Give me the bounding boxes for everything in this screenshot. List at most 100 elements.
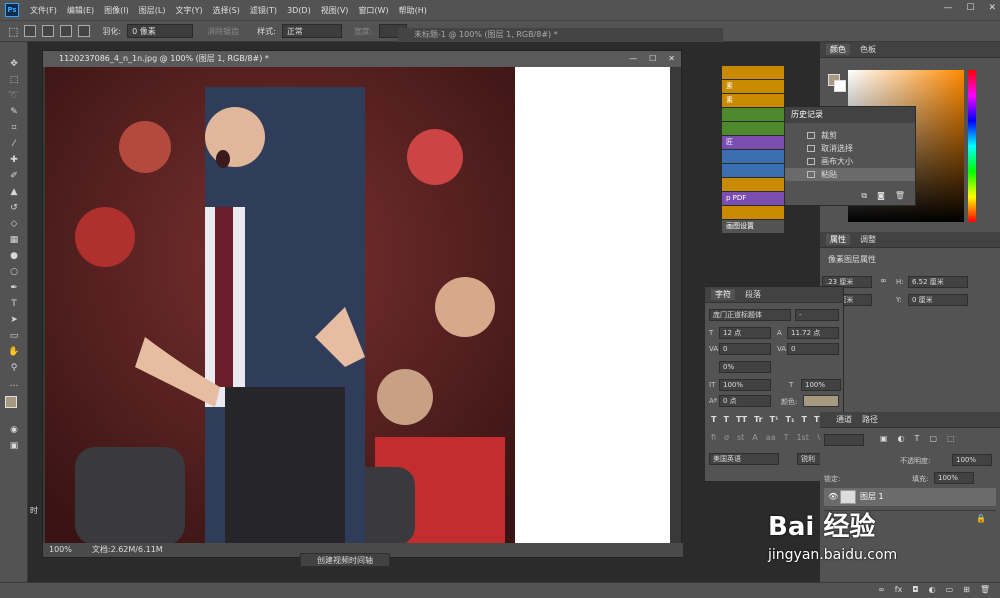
y-field[interactable]: 0 厘米	[908, 294, 968, 306]
superscript-button[interactable]: T¹	[770, 415, 779, 424]
tab-adjustments[interactable]: 调整	[860, 234, 876, 245]
smart-filter-icon[interactable]: ⬚	[947, 434, 955, 443]
crop-tool-icon[interactable]: ⌗	[0, 120, 28, 136]
tab-character[interactable]: 字符	[711, 289, 735, 300]
blur-icon[interactable]: ●	[0, 248, 28, 264]
anti-alias-checkbox[interactable]: 消除锯齿	[207, 26, 239, 37]
menu-edit[interactable]: 编辑(E)	[62, 5, 99, 16]
hue-slider[interactable]	[968, 70, 976, 222]
layer-row[interactable]: 👁 图层 1	[824, 488, 996, 506]
rectangle-tool-icon[interactable]: ▭	[0, 328, 28, 344]
hand-tool-icon[interactable]: ✋	[0, 344, 28, 360]
faux-italic-button[interactable]: T	[723, 415, 728, 424]
delete-layer-icon[interactable]: 🗑	[980, 585, 990, 594]
zoom-level[interactable]: 100%	[49, 543, 72, 557]
tab-swatches[interactable]: 色板	[860, 44, 876, 55]
all-caps-button[interactable]: TT	[736, 415, 747, 424]
path-select-icon[interactable]: ➤	[0, 312, 28, 328]
font-style-select[interactable]: -	[795, 309, 839, 321]
link-icon[interactable]: ∞	[880, 276, 887, 285]
fractions-icon[interactable]: 1st	[796, 433, 808, 442]
doc-maximize-button[interactable]: ☐	[649, 51, 656, 67]
swatch-row[interactable]	[722, 108, 784, 121]
menu-select[interactable]: 选择(S)	[208, 5, 245, 16]
menu-window[interactable]: 窗口(W)	[353, 5, 393, 16]
feather-input[interactable]: 0 像素	[127, 24, 194, 38]
tab-color[interactable]: 颜色	[826, 44, 850, 55]
menu-view[interactable]: 视图(V)	[316, 5, 354, 16]
maximize-button[interactable]: ☐	[966, 3, 974, 13]
snapshot-from-state-icon[interactable]: ⧉	[861, 191, 867, 201]
subscript-button[interactable]: T₁	[786, 415, 795, 424]
type-filter-icon[interactable]: T	[915, 434, 920, 443]
tab-paragraph[interactable]: 段落	[745, 289, 761, 300]
alternates-icon[interactable]: A	[752, 433, 757, 442]
visibility-eye-icon[interactable]: 👁	[828, 488, 838, 506]
add-selection-icon[interactable]	[42, 25, 55, 37]
brush-tool-icon[interactable]: ✐	[0, 168, 28, 184]
small-caps-button[interactable]: Tr	[754, 415, 763, 424]
doc-minimize-button[interactable]: —	[629, 51, 637, 67]
swatch-row[interactable]	[722, 178, 784, 191]
height-field[interactable]: 6.52 厘米	[908, 276, 968, 288]
doc-info[interactable]: 文档:2.62M/6.11M	[92, 543, 163, 557]
ordinals-icon[interactable]: T	[784, 433, 789, 442]
underline-button[interactable]: T	[802, 415, 807, 424]
create-video-timeline-button[interactable]: 创建视频时间轴	[300, 553, 390, 567]
titling-icon[interactable]: aa	[766, 433, 776, 442]
marquee-tool-icon[interactable]: ⬚	[0, 72, 28, 88]
strikethrough-button[interactable]: T	[814, 415, 819, 424]
font-family-select[interactable]: 庞门正道标题体	[709, 309, 791, 321]
document-tab[interactable]: 1120237086_4_n_1n.jpg @ 100% (图层 1, RGB/…	[43, 51, 681, 67]
history-brush-icon[interactable]: ↺	[0, 200, 28, 216]
menu-type[interactable]: 文字(Y)	[170, 5, 207, 16]
doc-close-button[interactable]: ✕	[668, 51, 675, 67]
history-item-selected[interactable]: 粘贴	[785, 168, 915, 181]
menu-file[interactable]: 文件(F)	[25, 5, 62, 16]
move-tool-icon[interactable]: ✥	[0, 56, 28, 72]
tsume-field[interactable]: 0%	[719, 361, 771, 373]
baseline-field[interactable]: 0 点	[719, 395, 771, 407]
subtract-selection-icon[interactable]	[60, 25, 73, 37]
swatch-row[interactable]	[722, 164, 784, 177]
layer-filter-select[interactable]	[824, 434, 864, 446]
old-style-icon[interactable]: ơ	[724, 433, 729, 442]
dodge-icon[interactable]: ○	[0, 264, 28, 280]
healing-brush-icon[interactable]: ✚	[0, 152, 28, 168]
image-canvas[interactable]	[45, 67, 670, 545]
history-item[interactable]: 裁剪	[785, 129, 915, 142]
pen-tool-icon[interactable]: ✒	[0, 280, 28, 296]
shape-filter-icon[interactable]: ▢	[929, 434, 937, 443]
horizontal-scale-field[interactable]: 100%	[801, 379, 841, 391]
adjust-filter-icon[interactable]: ◐	[898, 434, 905, 443]
background-document-tab[interactable]: 未标题-1 @ 100% (图层 1, RGB/8#) *	[398, 28, 723, 42]
screen-mode-icon[interactable]: ▣	[0, 438, 28, 454]
swatch-row[interactable]: 画图设置	[722, 220, 784, 233]
tab-properties[interactable]: 属性	[826, 234, 850, 245]
adjustment-icon[interactable]: ◐	[929, 585, 936, 594]
panel-background-color[interactable]	[834, 80, 846, 92]
swatch-row[interactable]: 匠	[722, 136, 784, 149]
type-tool-icon[interactable]: T	[0, 296, 28, 312]
zoom-tool-icon[interactable]: ⚲	[0, 360, 28, 376]
menu-image[interactable]: 图像(I)	[99, 5, 134, 16]
fill-field[interactable]: 100%	[934, 472, 974, 484]
quick-select-icon[interactable]: ✎	[0, 104, 28, 120]
menu-filter[interactable]: 滤镜(T)	[245, 5, 282, 16]
group-icon[interactable]: ▭	[946, 585, 954, 594]
font-size-field[interactable]: 12 点	[719, 327, 771, 339]
intersect-selection-icon[interactable]	[78, 25, 91, 37]
marquee-tool-icon[interactable]: ⬚	[8, 25, 18, 38]
trash-icon[interactable]: 🗑	[895, 191, 905, 201]
more-tools-icon[interactable]: …	[0, 376, 28, 392]
swatch-row[interactable]: 素	[722, 94, 784, 107]
style-select[interactable]: 正常	[281, 24, 342, 38]
menu-layer[interactable]: 图层(L)	[134, 5, 171, 16]
opacity-field[interactable]: 100%	[952, 454, 992, 466]
swash-icon[interactable]: st	[737, 433, 744, 442]
quick-mask-icon[interactable]: ◉	[0, 422, 28, 438]
leading-field[interactable]: 11.72 点	[787, 327, 839, 339]
mask-icon[interactable]: ◘	[912, 585, 918, 594]
history-item[interactable]: 画布大小	[785, 155, 915, 168]
lasso-tool-icon[interactable]: ➰	[0, 88, 28, 104]
